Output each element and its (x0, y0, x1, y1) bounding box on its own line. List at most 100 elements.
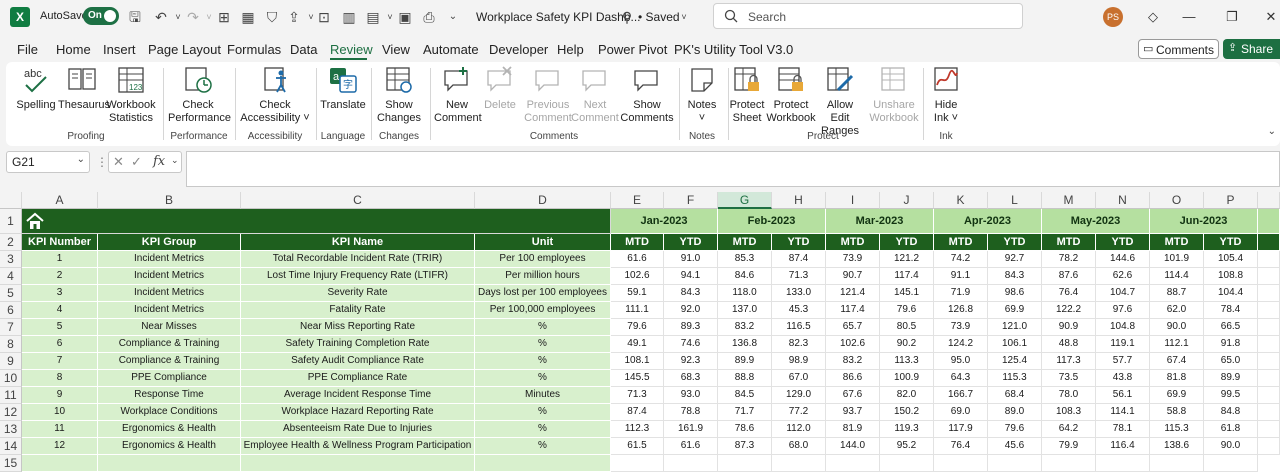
row-header-9[interactable]: 9 (0, 353, 22, 370)
overflow-cell[interactable] (1258, 421, 1280, 438)
tab-review[interactable]: Review (330, 42, 373, 57)
row-header-2[interactable]: 2 (0, 234, 22, 251)
tab-data[interactable]: Data (290, 42, 317, 57)
unit-cell[interactable]: Days lost per 100 employees (475, 285, 611, 302)
value-cell[interactable]: 121.2 (880, 251, 934, 268)
value-cell[interactable]: 83.2 (826, 353, 880, 370)
value-cell[interactable]: 136.8 (718, 336, 772, 353)
kpi-name-cell[interactable]: Absenteeism Rate Due to Injuries (241, 421, 475, 438)
tab-formulas[interactable]: Formulas (227, 42, 281, 57)
column-header-f[interactable]: F (664, 192, 718, 209)
column-header-n[interactable]: N (1096, 192, 1150, 209)
value-cell[interactable]: 89.9 (1204, 370, 1258, 387)
value-cell[interactable]: 90.9 (1042, 319, 1096, 336)
workbook-statistics-button[interactable]: 123 Workbook Statistics (106, 65, 156, 125)
value-cell[interactable]: 92.3 (664, 353, 718, 370)
value-cell[interactable]: 85.3 (718, 251, 772, 268)
value-cell[interactable]: 78.4 (1204, 302, 1258, 319)
kpi-group-cell[interactable]: Ergonomics & Health (98, 438, 241, 455)
value-cell[interactable]: 61.6 (611, 251, 664, 268)
value-cell[interactable]: 71.3 (772, 268, 826, 285)
column-header-a[interactable]: A (22, 192, 98, 209)
unit-cell[interactable]: % (475, 336, 611, 353)
unit-cell[interactable]: Per 100 employees (475, 251, 611, 268)
collapse-ribbon-icon[interactable]: ⌄ (1268, 126, 1276, 137)
tab-developer[interactable]: Developer (489, 42, 548, 57)
tab-file[interactable]: File (17, 42, 38, 57)
empty-cell[interactable] (1096, 455, 1150, 472)
overflow-cell[interactable] (1258, 404, 1280, 421)
undo-icon[interactable]: ↶ (152, 8, 170, 26)
row-header-5[interactable]: 5 (0, 285, 22, 302)
kpi-number-cell[interactable]: 9 (22, 387, 98, 404)
print-preview-icon[interactable]: ⎙ (420, 8, 438, 26)
value-cell[interactable]: 112.3 (611, 421, 664, 438)
value-cell[interactable]: 100.9 (880, 370, 934, 387)
table-icon[interactable]: ▤ (364, 8, 382, 26)
empty-cell[interactable] (880, 455, 934, 472)
kpi-name-cell[interactable]: Workplace Hazard Reporting Rate (241, 404, 475, 421)
value-cell[interactable]: 98.6 (988, 285, 1042, 302)
row-header-6[interactable]: 6 (0, 302, 22, 319)
empty-cell[interactable] (934, 455, 988, 472)
kpi-group-cell[interactable]: Compliance & Training (98, 353, 241, 370)
borders-icon[interactable]: ⊞ (215, 8, 233, 26)
value-cell[interactable]: 71.7 (718, 404, 772, 421)
column-header-k[interactable]: K (934, 192, 988, 209)
minimize-icon[interactable]: — (1180, 8, 1198, 26)
row-header-14[interactable]: 14 (0, 438, 22, 455)
empty-cell[interactable] (664, 455, 718, 472)
kpi-name-cell[interactable]: Safety Audit Compliance Rate (241, 353, 475, 370)
select-all-corner[interactable] (0, 192, 22, 209)
diamond-icon[interactable]: ◇ (1144, 8, 1162, 26)
sensitivity-icon[interactable]: ⚲ (618, 8, 636, 26)
value-cell[interactable]: 82.3 (772, 336, 826, 353)
kpi-group-cell[interactable]: Response Time (98, 387, 241, 404)
value-cell[interactable]: 117.4 (880, 268, 934, 285)
kpi-name-cell[interactable]: Total Recordable Incident Rate (TRIR) (241, 251, 475, 268)
value-cell[interactable]: 73.9 (934, 319, 988, 336)
value-cell[interactable]: 102.6 (826, 336, 880, 353)
kpi-name-cell[interactable]: Employee Health & Wellness Program Parti… (241, 438, 475, 455)
empty-cell[interactable] (1042, 455, 1096, 472)
overflow-cell[interactable] (1258, 319, 1280, 336)
overflow-cell[interactable] (1258, 268, 1280, 285)
value-cell[interactable]: 90.7 (826, 268, 880, 285)
value-cell[interactable]: 79.6 (611, 319, 664, 336)
unit-cell[interactable]: % (475, 370, 611, 387)
value-cell[interactable]: 166.7 (934, 387, 988, 404)
kpi-group-cell[interactable]: Near Misses (98, 319, 241, 336)
value-cell[interactable]: 71.3 (611, 387, 664, 404)
value-cell[interactable]: 67.0 (772, 370, 826, 387)
value-cell[interactable]: 87.3 (718, 438, 772, 455)
value-cell[interactable]: 84.5 (718, 387, 772, 404)
value-cell[interactable]: 115.3 (1150, 421, 1204, 438)
kpi-name-cell[interactable]: Near Miss Reporting Rate (241, 319, 475, 336)
value-cell[interactable]: 145.5 (611, 370, 664, 387)
value-cell[interactable]: 84.3 (664, 285, 718, 302)
calculator-icon[interactable]: ▣ (396, 8, 414, 26)
value-cell[interactable]: 91.8 (1204, 336, 1258, 353)
value-cell[interactable]: 102.6 (611, 268, 664, 285)
row-header-15[interactable]: 15 (0, 455, 22, 472)
value-cell[interactable]: 64.3 (934, 370, 988, 387)
column-header-b[interactable]: B (98, 192, 241, 209)
value-cell[interactable]: 117.3 (1042, 353, 1096, 370)
row-header-10[interactable]: 10 (0, 370, 22, 387)
value-cell[interactable]: 144.0 (826, 438, 880, 455)
value-cell[interactable]: 125.4 (988, 353, 1042, 370)
value-cell[interactable]: 124.2 (934, 336, 988, 353)
overflow-cell[interactable] (1258, 336, 1280, 353)
hide-ink-button[interactable]: Hide Ink ˅ (928, 65, 964, 125)
overflow-cell[interactable] (1258, 353, 1280, 370)
value-cell[interactable]: 83.2 (718, 319, 772, 336)
value-cell[interactable]: 108.8 (1204, 268, 1258, 285)
overflow-cell[interactable] (1258, 370, 1280, 387)
value-cell[interactable]: 49.1 (611, 336, 664, 353)
value-cell[interactable]: 78.8 (664, 404, 718, 421)
value-cell[interactable]: 65.7 (826, 319, 880, 336)
value-cell[interactable]: 78.1 (1096, 421, 1150, 438)
spelling-button[interactable]: abc Spelling (16, 65, 56, 112)
column-header-d[interactable]: D (475, 192, 611, 209)
kpi-group-cell[interactable]: Ergonomics & Health (98, 421, 241, 438)
